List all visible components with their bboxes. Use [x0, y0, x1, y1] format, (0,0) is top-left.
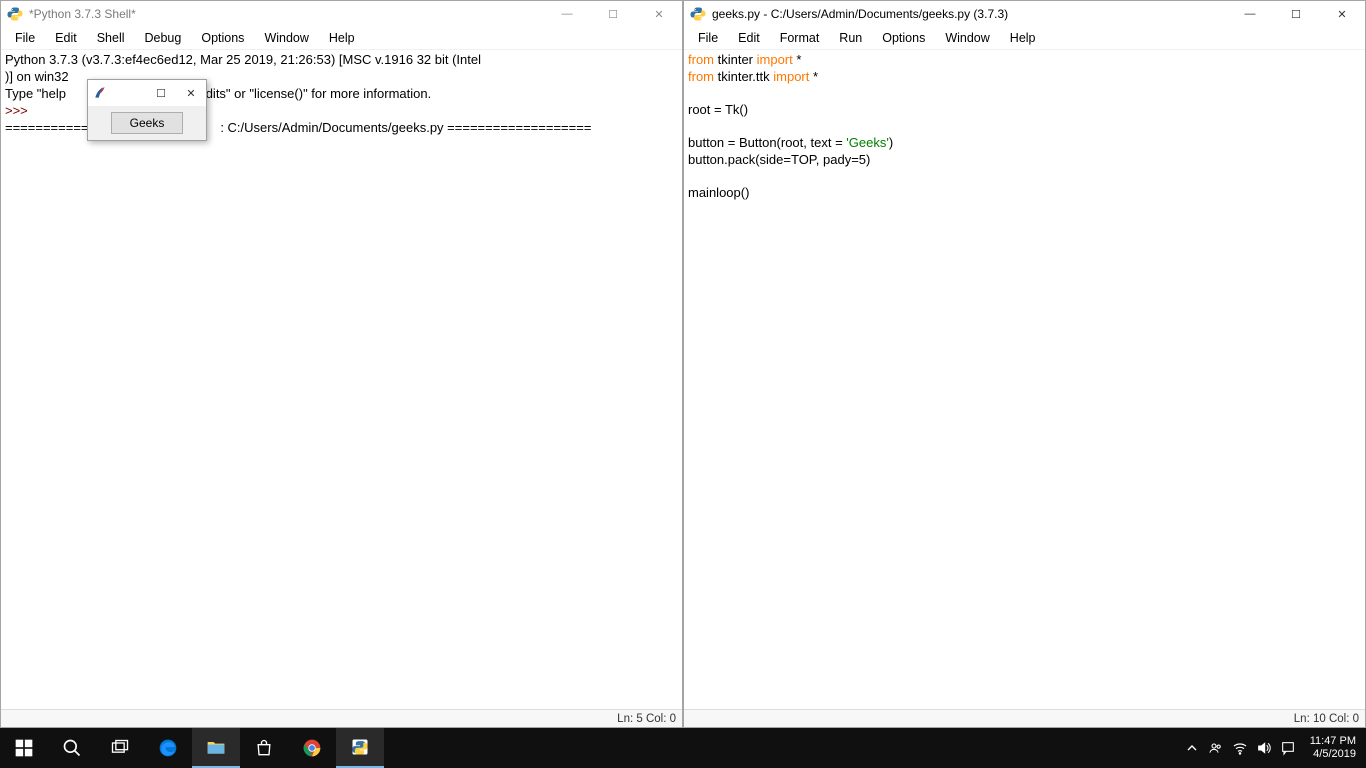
- geeks-button[interactable]: Geeks: [111, 112, 184, 134]
- menu-window[interactable]: Window: [935, 29, 999, 47]
- tk-titlebar[interactable]: ☐ ✕: [88, 80, 206, 106]
- menu-run[interactable]: Run: [829, 29, 872, 47]
- editor-cursor-position: Ln: 10 Col: 0: [1294, 713, 1359, 725]
- menu-format[interactable]: Format: [770, 29, 830, 47]
- close-button[interactable]: ✕: [176, 80, 206, 106]
- editor-titlebar[interactable]: geeks.py - C:/Users/Admin/Documents/geek…: [684, 1, 1365, 27]
- tray-chevron-icon[interactable]: [1184, 740, 1200, 756]
- python-icon: [690, 6, 706, 22]
- task-view-button[interactable]: [96, 728, 144, 768]
- shell-statusbar: Ln: 5 Col: 0: [1, 709, 682, 727]
- minimize-button[interactable]: —: [544, 1, 590, 27]
- shell-text-area[interactable]: Python 3.7.3 (v3.7.3:ef4ec6ed12, Mar 25 …: [1, 49, 682, 709]
- menu-shell[interactable]: Shell: [87, 29, 135, 47]
- edge-icon[interactable]: [144, 728, 192, 768]
- string: 'Geeks': [846, 135, 889, 150]
- editor-menubar: File Edit Format Run Options Window Help: [684, 27, 1365, 49]
- shell-prompt: >>>: [5, 103, 28, 118]
- menu-help[interactable]: Help: [1000, 29, 1046, 47]
- shell-cursor-position: Ln: 5 Col: 0: [617, 713, 676, 725]
- close-button[interactable]: ✕: [1319, 1, 1365, 27]
- shell-restart-path: : C:/Users/Admin/Documents/geeks.py ====…: [220, 120, 591, 135]
- taskbar-clock[interactable]: 11:47 PM 4/5/2019: [1304, 735, 1356, 761]
- editor-text-area[interactable]: from tkinter import * from tkinter.ttk i…: [684, 49, 1365, 709]
- kw: from: [688, 69, 714, 84]
- kw: from: [688, 52, 714, 67]
- maximize-button[interactable]: ☐: [1273, 1, 1319, 27]
- shell-window-controls: — ☐ ✕: [544, 1, 682, 27]
- editor-window: geeks.py - C:/Users/Admin/Documents/geek…: [683, 0, 1366, 728]
- wifi-icon[interactable]: [1232, 740, 1248, 756]
- minimize-button[interactable]: —: [1227, 1, 1273, 27]
- code: button = Button(root, text =: [688, 135, 846, 150]
- python-icon: [7, 6, 23, 22]
- menu-help[interactable]: Help: [319, 29, 365, 47]
- menu-edit[interactable]: Edit: [45, 29, 87, 47]
- kw: import: [773, 69, 809, 84]
- menu-options[interactable]: Options: [872, 29, 935, 47]
- tk-feather-icon: [92, 85, 108, 101]
- close-button[interactable]: ✕: [636, 1, 682, 27]
- windows-taskbar: 11:47 PM 4/5/2019: [0, 728, 1366, 768]
- shell-line: Type "help: [5, 86, 66, 101]
- code: tkinter.ttk: [714, 69, 773, 84]
- search-button[interactable]: [48, 728, 96, 768]
- shell-line: "credits" or "license()" for more inform…: [183, 86, 431, 101]
- editor-statusbar: Ln: 10 Col: 0: [684, 709, 1365, 727]
- shell-titlebar[interactable]: *Python 3.7.3 Shell* — ☐ ✕: [1, 1, 682, 27]
- menu-options[interactable]: Options: [191, 29, 254, 47]
- shell-line: )] on win32: [5, 69, 69, 84]
- tk-body: Geeks: [88, 106, 206, 140]
- code: ): [889, 135, 893, 150]
- code: mainloop(): [688, 185, 749, 200]
- system-tray: 11:47 PM 4/5/2019: [1184, 735, 1366, 761]
- menu-debug[interactable]: Debug: [135, 29, 192, 47]
- code: tkinter: [714, 52, 757, 67]
- menu-file[interactable]: File: [688, 29, 728, 47]
- store-icon[interactable]: [240, 728, 288, 768]
- idle-taskbar-icon[interactable]: [336, 728, 384, 768]
- start-button[interactable]: [0, 728, 48, 768]
- volume-icon[interactable]: [1256, 740, 1272, 756]
- code: *: [809, 69, 818, 84]
- code: button.pack(side=TOP, pady=5): [688, 152, 870, 167]
- chrome-icon[interactable]: [288, 728, 336, 768]
- editor-window-title: geeks.py - C:/Users/Admin/Documents/geek…: [712, 7, 1227, 21]
- clock-time: 11:47 PM: [1310, 735, 1356, 748]
- kw: import: [757, 52, 793, 67]
- file-explorer-icon[interactable]: [192, 728, 240, 768]
- people-icon[interactable]: [1208, 740, 1224, 756]
- maximize-button[interactable]: ☐: [146, 80, 176, 106]
- clock-date: 4/5/2019: [1310, 748, 1356, 761]
- shell-line: Python 3.7.3 (v3.7.3:ef4ec6ed12, Mar 25 …: [5, 52, 481, 67]
- action-center-icon[interactable]: [1280, 740, 1296, 756]
- menu-window[interactable]: Window: [254, 29, 318, 47]
- shell-window-title: *Python 3.7.3 Shell*: [29, 7, 544, 21]
- shell-menubar: File Edit Shell Debug Options Window Hel…: [1, 27, 682, 49]
- menu-edit[interactable]: Edit: [728, 29, 770, 47]
- tk-app-window[interactable]: ☐ ✕ Geeks: [87, 79, 207, 141]
- maximize-button[interactable]: ☐: [590, 1, 636, 27]
- editor-window-controls: — ☐ ✕: [1227, 1, 1365, 27]
- menu-file[interactable]: File: [5, 29, 45, 47]
- tk-window-controls: ☐ ✕: [146, 80, 206, 106]
- code: root = Tk(): [688, 102, 748, 117]
- code: *: [793, 52, 802, 67]
